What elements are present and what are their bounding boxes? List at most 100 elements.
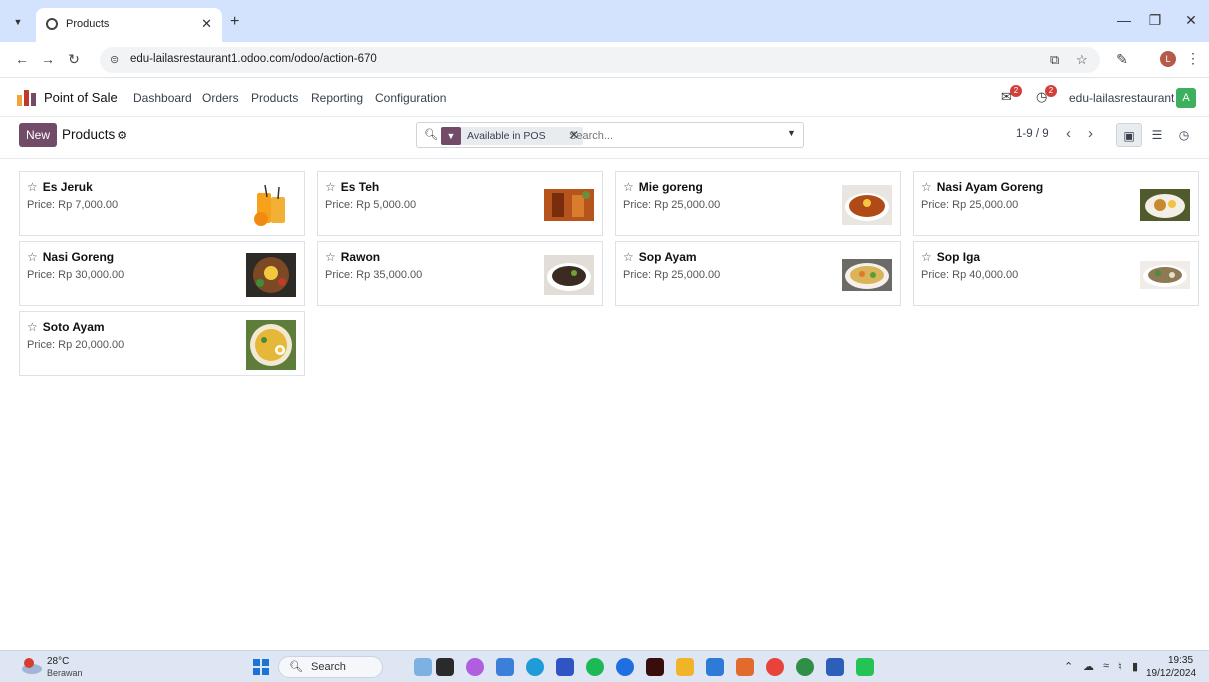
address-bar[interactable]: ⊜ edu-lailasrestaurant1.odoo.com/odoo/ac… bbox=[100, 47, 1100, 73]
install-app-icon[interactable]: ⧉ bbox=[1050, 52, 1059, 68]
word-icon[interactable] bbox=[826, 658, 844, 676]
weather-description[interactable]: Berawan bbox=[47, 668, 83, 678]
product-name: Es Jeruk bbox=[42, 180, 93, 194]
line-app-icon[interactable] bbox=[856, 658, 874, 676]
file-explorer-app-icon[interactable] bbox=[414, 658, 432, 676]
product-card[interactable]: ☆ Nasi Ayam Goreng Price: Rp 25,000.00 bbox=[913, 171, 1199, 236]
zoom-app-icon[interactable] bbox=[556, 658, 574, 676]
orange-juice-image bbox=[246, 180, 296, 230]
rib-soup-image bbox=[1140, 250, 1190, 300]
clock-date[interactable]: 19/12/2024 bbox=[1146, 668, 1196, 679]
reload-icon[interactable]: ↻ bbox=[66, 51, 82, 68]
widget-app-icon[interactable] bbox=[496, 658, 514, 676]
pager-value[interactable]: 1-9 / 9 bbox=[1016, 128, 1049, 140]
messages-icon[interactable]: ✉ 2 bbox=[1001, 85, 1022, 107]
product-name: Mie goreng bbox=[638, 180, 703, 194]
minimize-icon[interactable]: — bbox=[1114, 12, 1134, 28]
menu-reporting[interactable]: Reporting bbox=[311, 91, 363, 105]
weather-cloud-icon[interactable] bbox=[20, 658, 42, 674]
favorite-star-icon[interactable]: ☆ bbox=[27, 250, 38, 264]
favorite-star-icon[interactable]: ☆ bbox=[325, 250, 336, 264]
pos-app-icon[interactable] bbox=[17, 90, 36, 106]
user-avatar[interactable]: A bbox=[1176, 88, 1196, 108]
back-icon[interactable]: ← bbox=[14, 51, 30, 67]
zoom-meeting-icon[interactable] bbox=[616, 658, 634, 676]
favorite-star-icon[interactable]: ☆ bbox=[325, 180, 336, 194]
favorite-star-icon[interactable]: ☆ bbox=[27, 180, 38, 194]
product-price: Price: Rp 20,000.00 bbox=[27, 339, 125, 351]
battery-icon[interactable]: ▮ bbox=[1132, 660, 1138, 673]
product-card[interactable]: ☆ Nasi Goreng Price: Rp 30,000.00 bbox=[19, 241, 305, 306]
menu-products[interactable]: Products bbox=[251, 91, 298, 105]
url-text[interactable]: edu-lailasrestaurant1.odoo.com/odoo/acti… bbox=[130, 53, 377, 65]
activity-clock-icon[interactable]: ◷ 2 bbox=[1036, 85, 1057, 107]
capcut-icon[interactable] bbox=[736, 658, 754, 676]
tab-search-icon[interactable]: ▼ bbox=[9, 13, 27, 31]
product-price: Price: Rp 30,000.00 bbox=[27, 269, 125, 281]
product-card[interactable]: ☆ Es Teh Price: Rp 5,000.00 bbox=[317, 171, 603, 236]
edge-browser-icon[interactable] bbox=[526, 658, 544, 676]
windows-taskbar: 28°C Berawan 🔍︎ Search ⌃ ☁ ≈ ♮ ▮ 19:35 1… bbox=[0, 650, 1209, 682]
product-card[interactable]: ☆ Rawon Price: Rp 35,000.00 bbox=[317, 241, 603, 306]
profile-avatar[interactable]: L bbox=[1160, 51, 1176, 67]
browser-tab[interactable]: Products ✕ bbox=[36, 8, 222, 42]
favorite-star-icon[interactable]: ☆ bbox=[921, 250, 932, 264]
list-view-icon[interactable]: ☰ bbox=[1144, 123, 1170, 147]
company-switcher[interactable]: edu-lailasrestaurant bbox=[1069, 91, 1174, 105]
volume-muted-icon[interactable]: ♮ bbox=[1118, 660, 1122, 673]
onedrive-icon[interactable]: ☁ bbox=[1083, 660, 1094, 673]
favorite-star-icon[interactable]: ☆ bbox=[921, 180, 932, 194]
product-card[interactable]: ☆ Sop Ayam Price: Rp 25,000.00 bbox=[615, 241, 901, 306]
new-button[interactable]: New bbox=[19, 123, 57, 147]
search-options-toggle-icon[interactable]: ▼ bbox=[787, 128, 796, 138]
menu-configuration[interactable]: Configuration bbox=[375, 91, 446, 105]
kanban-view-icon[interactable]: ▣ bbox=[1116, 123, 1142, 147]
folder-icon[interactable] bbox=[676, 658, 694, 676]
windows-start-icon[interactable] bbox=[253, 659, 269, 675]
fried-chicken-rice-image bbox=[1140, 180, 1190, 230]
pager-next-icon[interactable]: › bbox=[1088, 125, 1093, 142]
search-input[interactable] bbox=[569, 127, 769, 145]
wps-office-icon[interactable] bbox=[766, 658, 784, 676]
clock-app-icon[interactable] bbox=[706, 658, 724, 676]
favorite-star-icon[interactable]: ☆ bbox=[27, 320, 38, 334]
wifi-icon[interactable]: ≈ bbox=[1103, 660, 1109, 672]
favorite-star-icon[interactable]: ☆ bbox=[623, 250, 634, 264]
gear-icon[interactable]: ⚙ bbox=[117, 130, 127, 142]
site-info-icon[interactable]: ⊜ bbox=[110, 53, 119, 66]
control-panel: New Products⚙ 🔍︎ ▼ Available in POS ✕ ▼ … bbox=[0, 117, 1209, 159]
filter-facet: ▼ Available in POS ✕ bbox=[441, 127, 583, 145]
product-price: Price: Rp 25,000.00 bbox=[623, 199, 721, 211]
chrome-browser-icon[interactable] bbox=[796, 658, 814, 676]
product-card[interactable]: ☆ Es Jeruk Price: Rp 7,000.00 bbox=[19, 171, 305, 236]
tray-overflow-icon[interactable]: ⌃ bbox=[1064, 660, 1073, 673]
forward-icon[interactable]: → bbox=[40, 51, 56, 67]
browser-menu-icon[interactable]: ⋮ bbox=[1186, 50, 1200, 67]
product-card[interactable]: ☆ Sop Iga Price: Rp 40,000.00 bbox=[913, 241, 1199, 306]
weather-temperature[interactable]: 28°C bbox=[47, 656, 69, 667]
product-card[interactable]: ☆ Mie goreng Price: Rp 25,000.00 bbox=[615, 171, 901, 236]
clock-time[interactable]: 19:35 bbox=[1168, 655, 1193, 666]
search-icon: 🔍︎ bbox=[289, 661, 303, 673]
product-card[interactable]: ☆ Soto Ayam Price: Rp 20,000.00 bbox=[19, 311, 305, 376]
task-view-icon[interactable] bbox=[436, 658, 454, 676]
search-bar[interactable]: 🔍︎ ▼ Available in POS ✕ ▼ bbox=[416, 122, 804, 148]
tab-close-icon[interactable]: ✕ bbox=[201, 16, 212, 32]
new-tab-icon[interactable]: + bbox=[230, 13, 239, 31]
activity-view-icon[interactable]: ◷ bbox=[1171, 123, 1197, 147]
extensions-icon[interactable]: ✎ bbox=[1114, 51, 1130, 68]
menu-dashboard[interactable]: Dashboard bbox=[133, 91, 192, 105]
illustrator-icon[interactable] bbox=[646, 658, 664, 676]
bookmark-star-icon[interactable]: ☆ bbox=[1076, 52, 1088, 68]
spotify-icon[interactable] bbox=[586, 658, 604, 676]
taskbar-search[interactable]: 🔍︎ Search bbox=[278, 656, 383, 678]
menu-orders[interactable]: Orders bbox=[202, 91, 239, 105]
copilot-icon[interactable] bbox=[466, 658, 484, 676]
app-name[interactable]: Point of Sale bbox=[44, 90, 118, 105]
favorite-star-icon[interactable]: ☆ bbox=[623, 180, 634, 194]
restore-icon[interactable]: ❐ bbox=[1145, 12, 1165, 29]
search-icon[interactable]: 🔍︎ bbox=[424, 128, 438, 141]
window-close-icon[interactable]: ✕ bbox=[1181, 12, 1201, 29]
product-name: Es Teh bbox=[340, 180, 380, 194]
pager-previous-icon[interactable]: ‹ bbox=[1066, 125, 1071, 142]
